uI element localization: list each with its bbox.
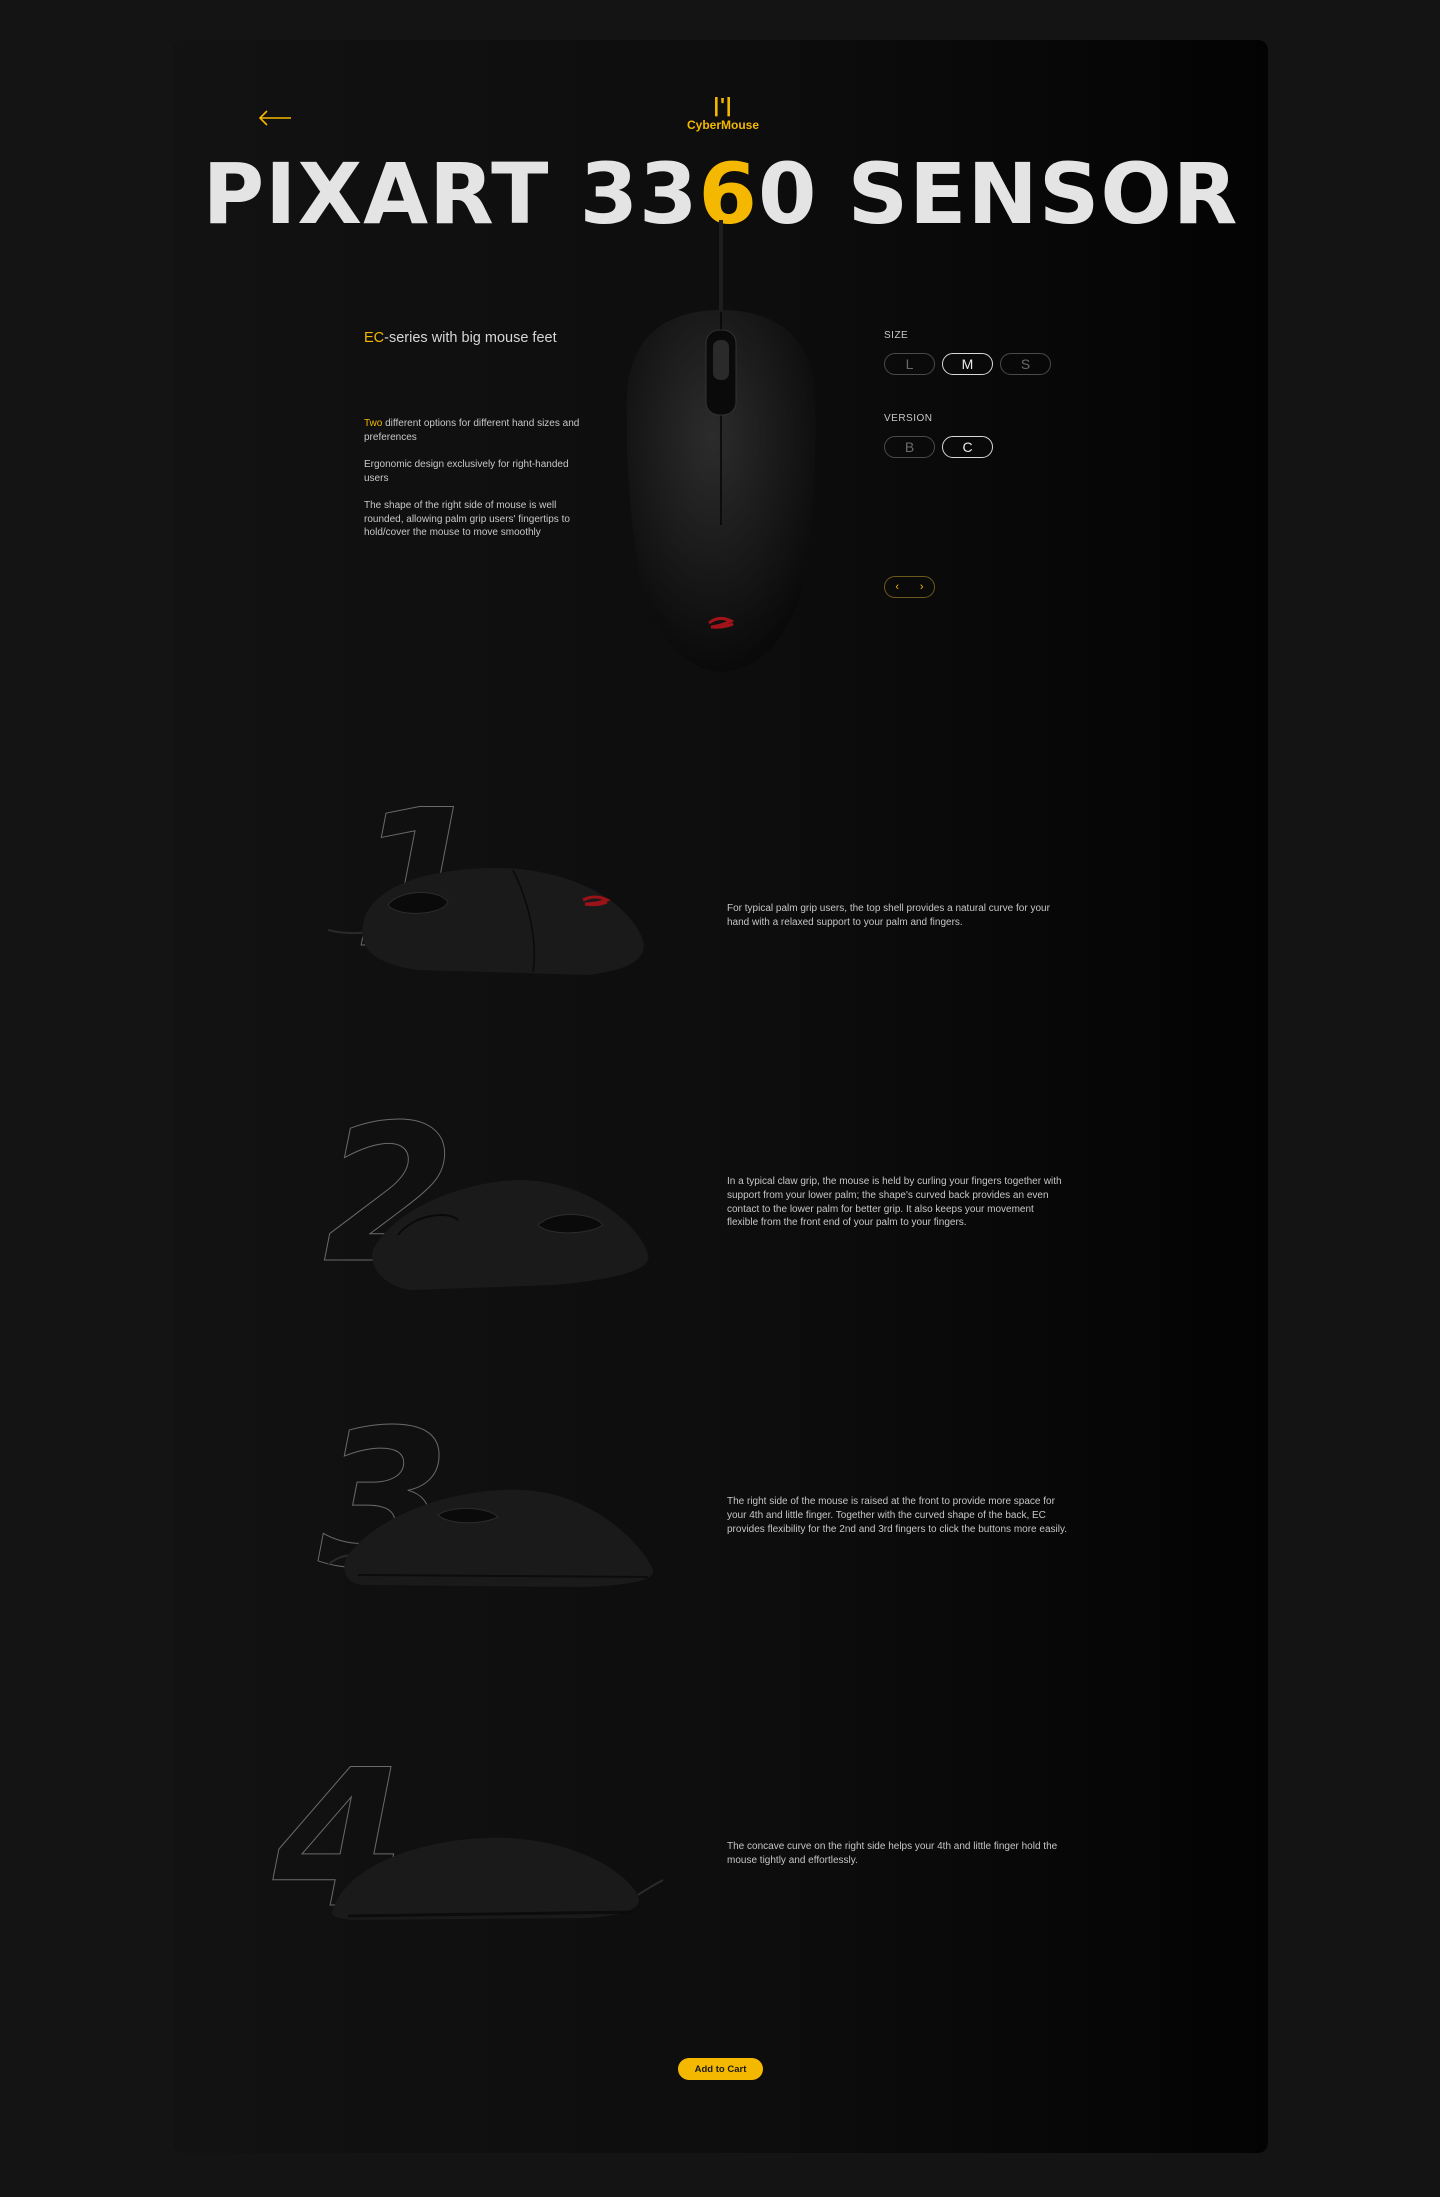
mouse-top-view-image — [626, 220, 816, 672]
version-label: VERSION — [884, 413, 933, 424]
size-option-l[interactable]: L — [884, 353, 935, 375]
mouse-right-side-image — [331, 1837, 664, 1920]
section-description: For typical palm grip users, the top she… — [727, 903, 1050, 928]
feature-item: Ergonomic design exclusively for right-h… — [364, 458, 589, 485]
feature-item: Two different options for different hand… — [364, 417, 589, 444]
feature-text: different options for different hand siz… — [364, 418, 580, 443]
product-card: |'| CyberMouse PIXART 3360 SENSOR EC-ser… — [173, 40, 1268, 2153]
size-selector: L M S — [884, 353, 1051, 375]
feature-accent: Two — [364, 418, 383, 429]
brand-logo[interactable]: |'| CyberMouse — [673, 96, 773, 132]
logo-text: CyberMouse — [686, 118, 760, 132]
image-carousel-nav: ‹ › — [884, 576, 935, 598]
feature-list: Two different options for different hand… — [364, 417, 589, 554]
back-arrow-icon[interactable] — [257, 100, 293, 136]
logo-mark-icon: |'| — [713, 95, 733, 117]
section-description: In a typical claw grip, the mouse is hel… — [727, 1176, 1062, 1229]
mouse-claw-grip-image — [372, 1180, 649, 1290]
chevron-left-icon[interactable]: ‹ — [895, 581, 899, 593]
feature-text: The shape of the right side of mouse is … — [364, 500, 570, 538]
mouse-palm-grip-image — [328, 867, 644, 975]
size-label: SIZE — [884, 330, 909, 341]
feature-item: The shape of the right side of mouse is … — [364, 499, 589, 540]
tagline: EC-series with big mouse feet — [364, 330, 557, 346]
version-selector: B C — [884, 436, 993, 458]
section-description: The right side of the mouse is raised at… — [727, 1496, 1067, 1535]
chevron-right-icon[interactable]: › — [920, 581, 924, 593]
title-end: 0 SENSOR — [757, 145, 1239, 243]
mouse-fingertip-image — [327, 1489, 654, 1587]
section-description: The concave curve on the right side help… — [727, 1841, 1058, 1866]
version-option-b[interactable]: B — [884, 436, 935, 458]
tagline-text: -series with big mouse feet — [384, 330, 557, 346]
add-to-cart-button[interactable]: Add to Cart — [678, 2058, 763, 2080]
size-option-m[interactable]: M — [942, 353, 993, 375]
size-option-s[interactable]: S — [1000, 353, 1051, 375]
tagline-accent: EC — [364, 330, 385, 346]
feature-text: Ergonomic design exclusively for right-h… — [364, 459, 569, 484]
version-option-c[interactable]: C — [942, 436, 993, 458]
